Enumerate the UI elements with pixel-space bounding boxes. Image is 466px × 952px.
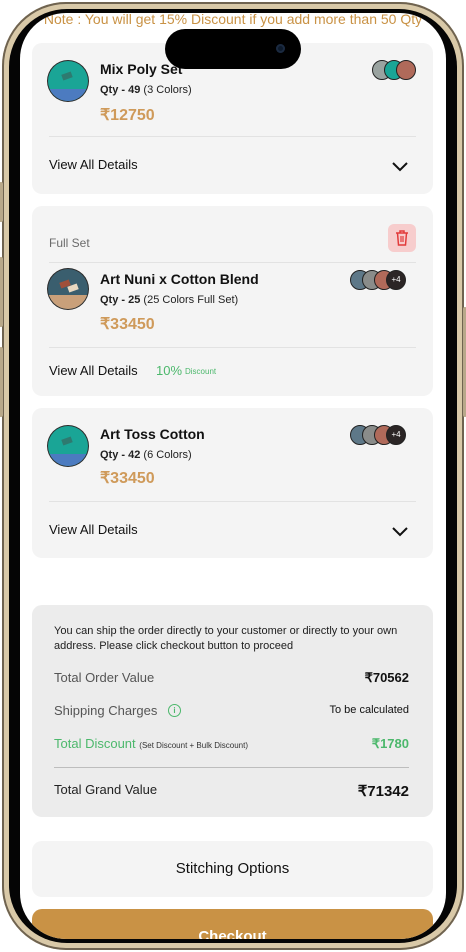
product-qty: Qty - 42 (6 Colors) bbox=[100, 449, 192, 461]
total-discount-label: Total Discount (Set Discount + Bulk Disc… bbox=[54, 736, 248, 751]
camera-icon bbox=[276, 44, 285, 53]
view-all-details-link[interactable]: View All Details bbox=[49, 522, 138, 537]
divider bbox=[54, 767, 409, 768]
product-name: Art Toss Cotton bbox=[100, 426, 205, 442]
total-order-value: ₹70562 bbox=[364, 670, 409, 685]
more-colors-badge[interactable]: +4 bbox=[386, 270, 406, 290]
product-price: ₹33450 bbox=[100, 470, 155, 487]
dynamic-island bbox=[165, 29, 301, 69]
grand-total-value: ₹71342 bbox=[357, 783, 409, 800]
discount-note: Note : You will get 15% Discount if you … bbox=[43, 13, 423, 27]
total-order-label: Total Order Value bbox=[54, 670, 155, 685]
discount-label: Discount bbox=[185, 367, 217, 376]
chevron-down-icon[interactable] bbox=[391, 525, 409, 537]
divider bbox=[49, 347, 416, 348]
color-swatches[interactable]: +4 bbox=[350, 425, 412, 445]
view-all-details-link[interactable]: View All Details bbox=[49, 363, 138, 378]
cart-item-card: Art Toss Cotton Qty - 42 (6 Colors) ₹334… bbox=[32, 408, 433, 558]
shipping-label: Shipping Charges bbox=[54, 703, 158, 718]
side-button bbox=[0, 182, 3, 222]
set-label: Full Set bbox=[49, 236, 90, 250]
grand-total-label: Total Grand Value bbox=[54, 782, 158, 797]
more-colors-badge[interactable]: +4 bbox=[386, 425, 406, 445]
shipping-value: To be calculated bbox=[329, 704, 410, 716]
screen: Note : You will get 15% Discount if you … bbox=[20, 13, 446, 939]
product-price: ₹12750 bbox=[100, 107, 155, 124]
stitching-options-button[interactable]: Stitching Options bbox=[32, 841, 433, 897]
product-qty: Qty - 25 (25 Colors Full Set) bbox=[100, 294, 239, 306]
chevron-down-icon[interactable] bbox=[391, 160, 409, 172]
info-icon[interactable]: i bbox=[168, 704, 181, 717]
product-thumbnail[interactable] bbox=[48, 426, 88, 466]
product-name: Mix Poly Set bbox=[100, 61, 183, 77]
view-all-details-link[interactable]: View All Details bbox=[49, 157, 138, 172]
volume-down-button bbox=[0, 347, 3, 417]
volume-up-button bbox=[0, 257, 3, 327]
total-discount-value: ₹1780 bbox=[371, 736, 409, 751]
checkout-button[interactable]: Checkout bbox=[32, 909, 433, 939]
product-name: Art Nuni x Cotton Blend bbox=[100, 271, 259, 287]
order-summary: You can ship the order directly to your … bbox=[32, 605, 433, 817]
divider bbox=[49, 136, 416, 137]
cart-item-card: Full Set Art Nuni x Cotton Blend Qty - 2… bbox=[32, 206, 433, 396]
product-qty: Qty - 49 (3 Colors) bbox=[100, 84, 192, 96]
discount-percent: 10% bbox=[156, 363, 183, 378]
shipping-note: You can ship the order directly to your … bbox=[54, 625, 398, 652]
divider bbox=[49, 262, 416, 263]
color-swatches[interactable]: +4 bbox=[350, 270, 412, 290]
product-thumbnail[interactable] bbox=[48, 269, 88, 309]
color-swatches[interactable] bbox=[372, 60, 422, 80]
product-thumbnail[interactable] bbox=[48, 61, 88, 101]
product-price: ₹33450 bbox=[100, 316, 155, 333]
delete-button[interactable] bbox=[388, 224, 416, 252]
trash-icon bbox=[396, 230, 408, 246]
divider bbox=[49, 501, 416, 502]
